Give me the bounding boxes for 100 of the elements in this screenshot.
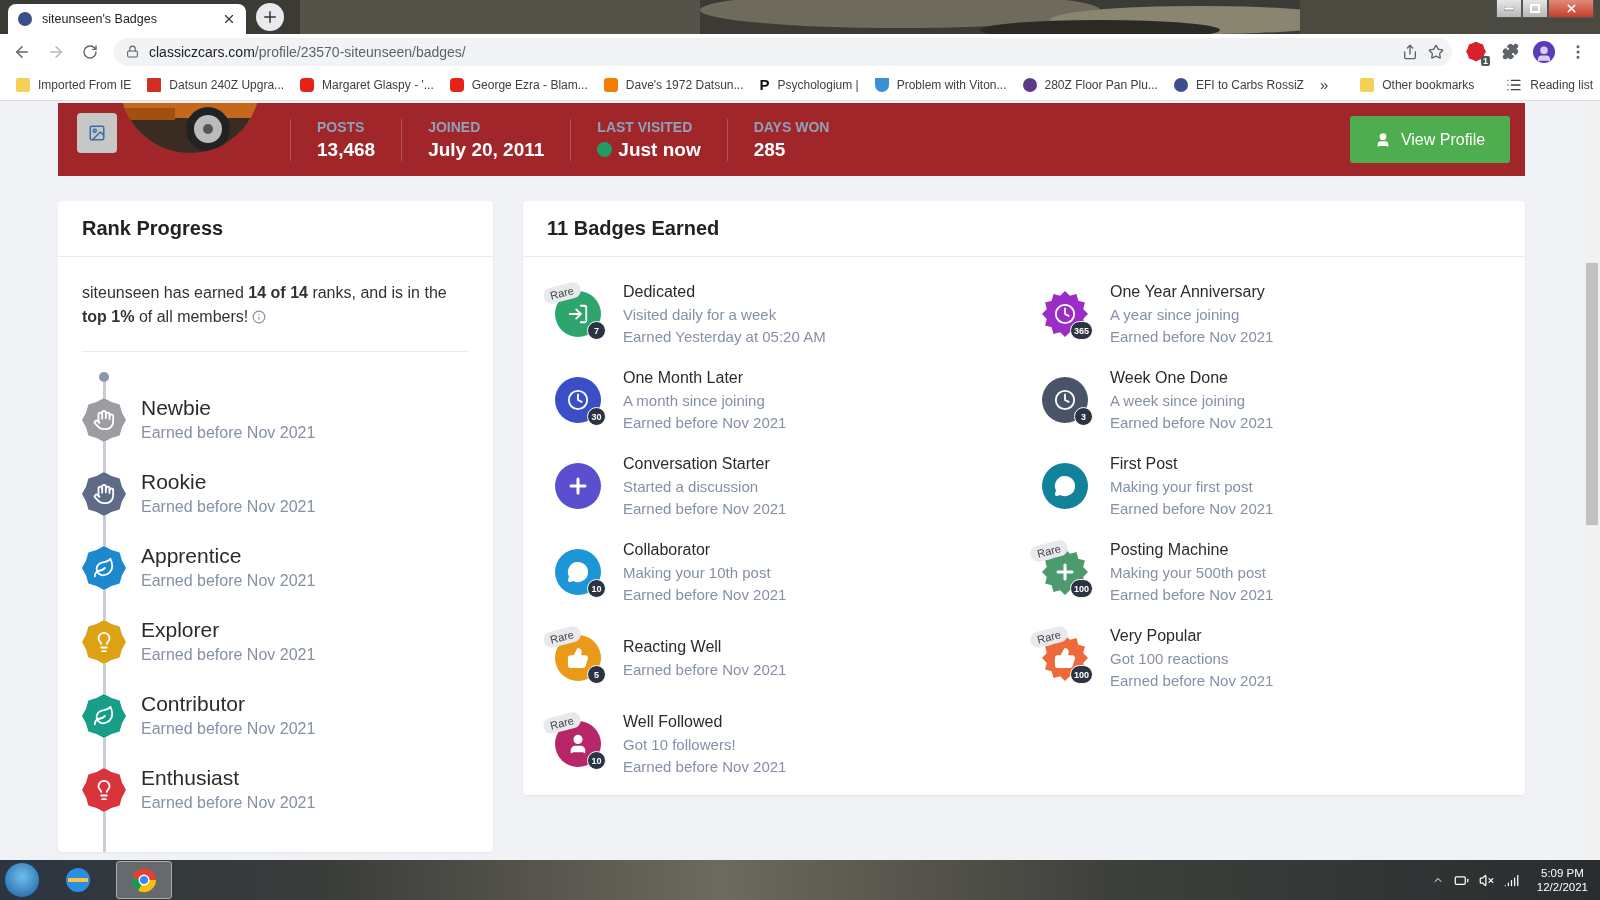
leaf-icon — [93, 705, 115, 727]
muted-volume-icon[interactable] — [1478, 872, 1494, 888]
rank-earned-date: Earned before Nov 2021 — [141, 424, 317, 442]
count-badge: 5 — [587, 665, 606, 684]
thumbs-up-icon — [567, 647, 589, 669]
logo-icon — [1173, 77, 1188, 92]
badge-earned-date: Earned before Nov 2021 — [1110, 414, 1274, 431]
scrollbar[interactable] — [1584, 101, 1600, 860]
badge-name: One Month Later — [623, 369, 745, 387]
timeline-start-dot — [99, 372, 109, 382]
badge-earned-date: Earned Yesterday at 05:20 AM — [623, 328, 826, 345]
badge-name: One Year Anniversary — [1110, 283, 1266, 301]
login-arrow-icon — [567, 303, 589, 325]
plus-icon — [261, 8, 279, 26]
image-icon — [88, 124, 106, 142]
badge-name: First Post — [1110, 455, 1179, 473]
card-title: Rank Progress — [58, 201, 493, 257]
bookmark-link[interactable]: Problem with Viton... — [874, 77, 1007, 92]
badge-name: Dedicated — [623, 283, 697, 301]
video-icon — [449, 77, 464, 92]
leaf-icon — [93, 557, 115, 579]
count-badge: 7 — [587, 321, 606, 340]
bookmark-folder[interactable]: Other bookmarks — [1360, 77, 1475, 92]
signal-icon[interactable] — [1503, 872, 1519, 888]
close-icon[interactable] — [222, 12, 236, 26]
badge-name: Conversation Starter — [623, 455, 771, 473]
badge-name: Collaborator — [623, 541, 712, 559]
photo-button[interactable] — [77, 113, 117, 153]
stat-label: LAST VISITED — [597, 118, 694, 135]
close-button[interactable] — [1548, 0, 1594, 18]
video-icon — [300, 77, 315, 92]
badge-earned-date: Earned before Nov 2021 — [1110, 500, 1274, 517]
badge-description: Got 100 reactions — [1110, 650, 1230, 667]
badge-name: Well Followed — [623, 713, 724, 731]
rank-earned-date: Earned before Nov 2021 — [141, 794, 317, 812]
taskbar-clock[interactable]: 5:09 PM 12/2/2021 — [1528, 867, 1596, 893]
rank-earned-date: Earned before Nov 2021 — [141, 646, 317, 664]
rank-summary: siteunseen has earned 14 of 14 ranks, and is in the top 1% of all members! — [82, 281, 469, 352]
speech-bubble-icon — [1054, 475, 1076, 497]
share-icon[interactable] — [1402, 43, 1418, 60]
stat-label: POSTS — [317, 118, 366, 135]
bookmark-link[interactable]: Dave's 1972 Datsun... — [603, 77, 744, 92]
stat-value: July 20, 2011 — [428, 138, 545, 161]
address-bar[interactable]: classiczcars.com/profile/23570-siteunseen/badges/ — [114, 37, 1452, 66]
badge-description: Making your 500th post — [1110, 564, 1267, 581]
bookmark-link[interactable]: Datsun 240Z Upgra... — [147, 77, 285, 92]
badge-description: Started a discussion — [623, 478, 760, 495]
bookmark-link[interactable]: George Ezra - Blam... — [449, 77, 588, 92]
stat-value: 285 — [753, 138, 786, 161]
badge-description: Making your 10th post — [623, 564, 772, 581]
count-badge: 10 — [587, 751, 606, 770]
badge-description: A month since joining — [623, 392, 766, 409]
folder-icon — [1360, 77, 1375, 92]
card-title: 11 Badges Earned — [523, 201, 1525, 257]
minimize-button[interactable] — [1496, 0, 1522, 18]
lock-icon — [126, 45, 139, 58]
count-badge: 100 — [1069, 665, 1093, 684]
badge-description: Got 10 followers! — [623, 736, 737, 753]
badge-earned-date: Earned before Nov 2021 — [623, 586, 787, 603]
rank-name: Apprentice — [141, 544, 243, 568]
browser-tab[interactable]: siteunseen's Badges — [8, 4, 246, 34]
badge-description: Making your first post — [1110, 478, 1254, 495]
badge-earned-date: Earned before Nov 2021 — [1110, 328, 1274, 345]
logo-icon — [147, 77, 162, 92]
clock-icon — [1054, 389, 1076, 411]
favicon-letter: P — [759, 76, 770, 93]
bookmark-link[interactable]: 280Z Floor Pan Plu... — [1022, 77, 1158, 92]
rank-name: Explorer — [141, 618, 221, 642]
bookmark-link[interactable]: Margaret Glaspy - '... — [300, 77, 434, 92]
stat-value: 13,468 — [317, 138, 376, 161]
clock-icon — [567, 389, 589, 411]
rank-earned-date: Earned before Nov 2021 — [141, 498, 317, 516]
chrome-taskbar-icon[interactable] — [116, 861, 172, 899]
overflow-button[interactable]: » — [1319, 76, 1329, 93]
badge-name: Posting Machine — [1110, 541, 1230, 559]
start-button[interactable] — [4, 862, 40, 898]
reload-icon — [82, 43, 98, 60]
badge-name: Week One Done — [1110, 369, 1229, 387]
maximize-button[interactable] — [1522, 0, 1548, 18]
bookmark-link[interactable]: P Psychologium | — [759, 76, 859, 93]
rank-earned-date: Earned before Nov 2021 — [141, 720, 317, 738]
rank-name: Newbie — [141, 396, 213, 420]
reading-list-link[interactable]: Reading list — [1506, 76, 1593, 93]
bookmark-link[interactable]: Imported From IE — [16, 77, 132, 92]
stat-label: DAYS WON — [753, 118, 830, 135]
badge-earned-date: Earned before Nov 2021 — [623, 500, 787, 517]
speech-bubble-icon — [567, 561, 589, 583]
badge-description: A year since joining — [1110, 306, 1241, 323]
badge-earned-date: Earned before Nov 2021 — [623, 661, 787, 678]
count-badge: 30 — [587, 407, 606, 426]
badge-earned-date: Earned before Nov 2021 — [623, 758, 787, 775]
bookmark-link[interactable]: EFI to Carbs RossiZ — [1173, 77, 1304, 92]
badge-name: Very Popular — [1110, 627, 1203, 645]
bookmark-star-icon[interactable] — [1428, 43, 1444, 60]
count-badge: 3 — [1074, 407, 1093, 426]
info-icon[interactable] — [252, 310, 267, 324]
rank-name: Rookie — [141, 470, 208, 494]
clock-icon — [1054, 303, 1076, 325]
rank-earned-date: Earned before Nov 2021 — [141, 572, 317, 590]
badge-earned-date: Earned before Nov 2021 — [1110, 672, 1274, 689]
